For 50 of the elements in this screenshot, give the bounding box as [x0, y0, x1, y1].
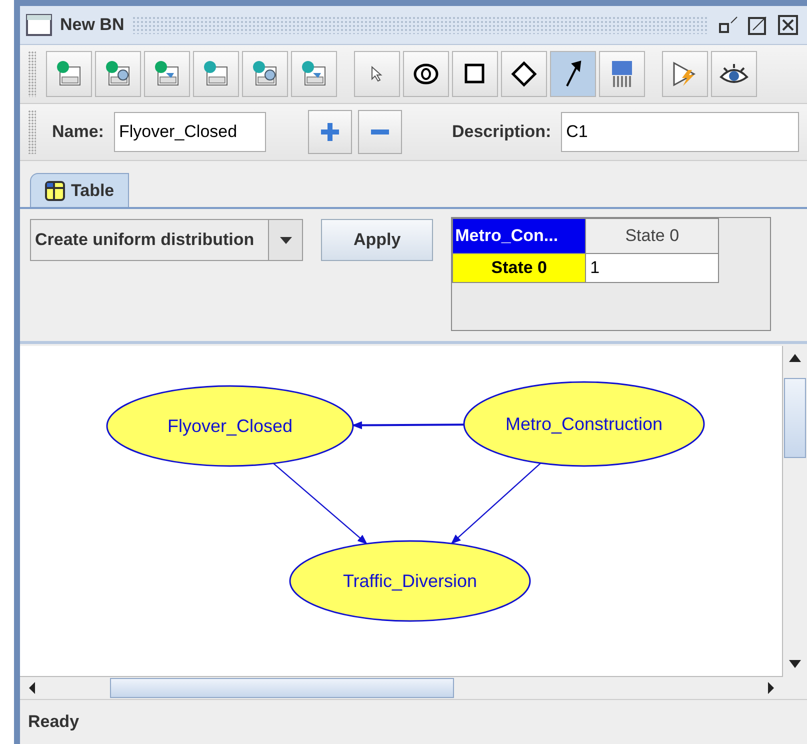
name-label: Name:	[52, 122, 104, 142]
variable-header: Metro_Con...	[452, 218, 586, 254]
up-arrow-icon	[789, 354, 801, 362]
window-icon	[26, 14, 52, 36]
add-state-button[interactable]	[308, 110, 352, 154]
tool-button[interactable]	[403, 51, 449, 97]
scrollbar-thumb[interactable]	[110, 678, 454, 698]
dropdown-arrow-button[interactable]	[268, 220, 302, 260]
distribution-dropdown[interactable]: Create uniform distribution	[30, 219, 304, 261]
minus-icon	[368, 128, 391, 136]
ellipse-node-icon	[411, 62, 441, 86]
caret-icon	[280, 236, 292, 244]
node-label: Traffic_Diversion	[342, 571, 478, 591]
tool-button[interactable]	[452, 51, 498, 97]
left-arrow-icon	[29, 682, 35, 694]
minimize-icon[interactable]	[717, 15, 739, 35]
scrollbar-thumb[interactable]	[784, 378, 806, 458]
tool-button[interactable]	[550, 51, 596, 97]
tool-button[interactable]	[501, 51, 547, 97]
name-field[interactable]: Flyover_Closed	[114, 112, 266, 152]
horizontal-scrollbar[interactable]	[20, 676, 783, 699]
right-arrow-icon	[768, 682, 774, 694]
table-icon	[45, 180, 65, 200]
remove-state-button[interactable]	[358, 110, 402, 154]
column-header: State 0	[586, 218, 719, 254]
tool-button[interactable]	[662, 51, 708, 97]
down-arrow-icon	[789, 660, 801, 668]
table-tab[interactable]: Table	[30, 173, 130, 207]
node-label: Metro_Construction	[505, 414, 663, 434]
description-label: Description:	[452, 122, 552, 142]
plus-icon	[318, 121, 341, 143]
toolbar-grip[interactable]	[28, 110, 36, 154]
toolbar-grip[interactable]	[28, 51, 36, 97]
row-header: State 0	[452, 254, 586, 282]
network-node[interactable]	[289, 540, 531, 622]
square-node-icon	[463, 62, 487, 86]
table-cell[interactable]: 1	[586, 254, 719, 282]
maximize-icon[interactable]	[747, 14, 769, 36]
node-label: Flyover_Closed	[167, 416, 293, 436]
network-node[interactable]	[106, 385, 354, 467]
description-field[interactable]: C1	[561, 112, 799, 152]
apply-button[interactable]: Apply	[321, 219, 434, 261]
window-title: New BN	[60, 15, 124, 35]
pointer-icon	[369, 65, 385, 83]
network-node[interactable]	[463, 381, 705, 467]
close-icon[interactable]	[777, 14, 801, 36]
diamond-node-icon	[511, 61, 537, 87]
status-text: Ready	[28, 712, 80, 732]
vertical-scrollbar[interactable]	[782, 346, 807, 676]
tool-button[interactable]	[711, 51, 757, 97]
